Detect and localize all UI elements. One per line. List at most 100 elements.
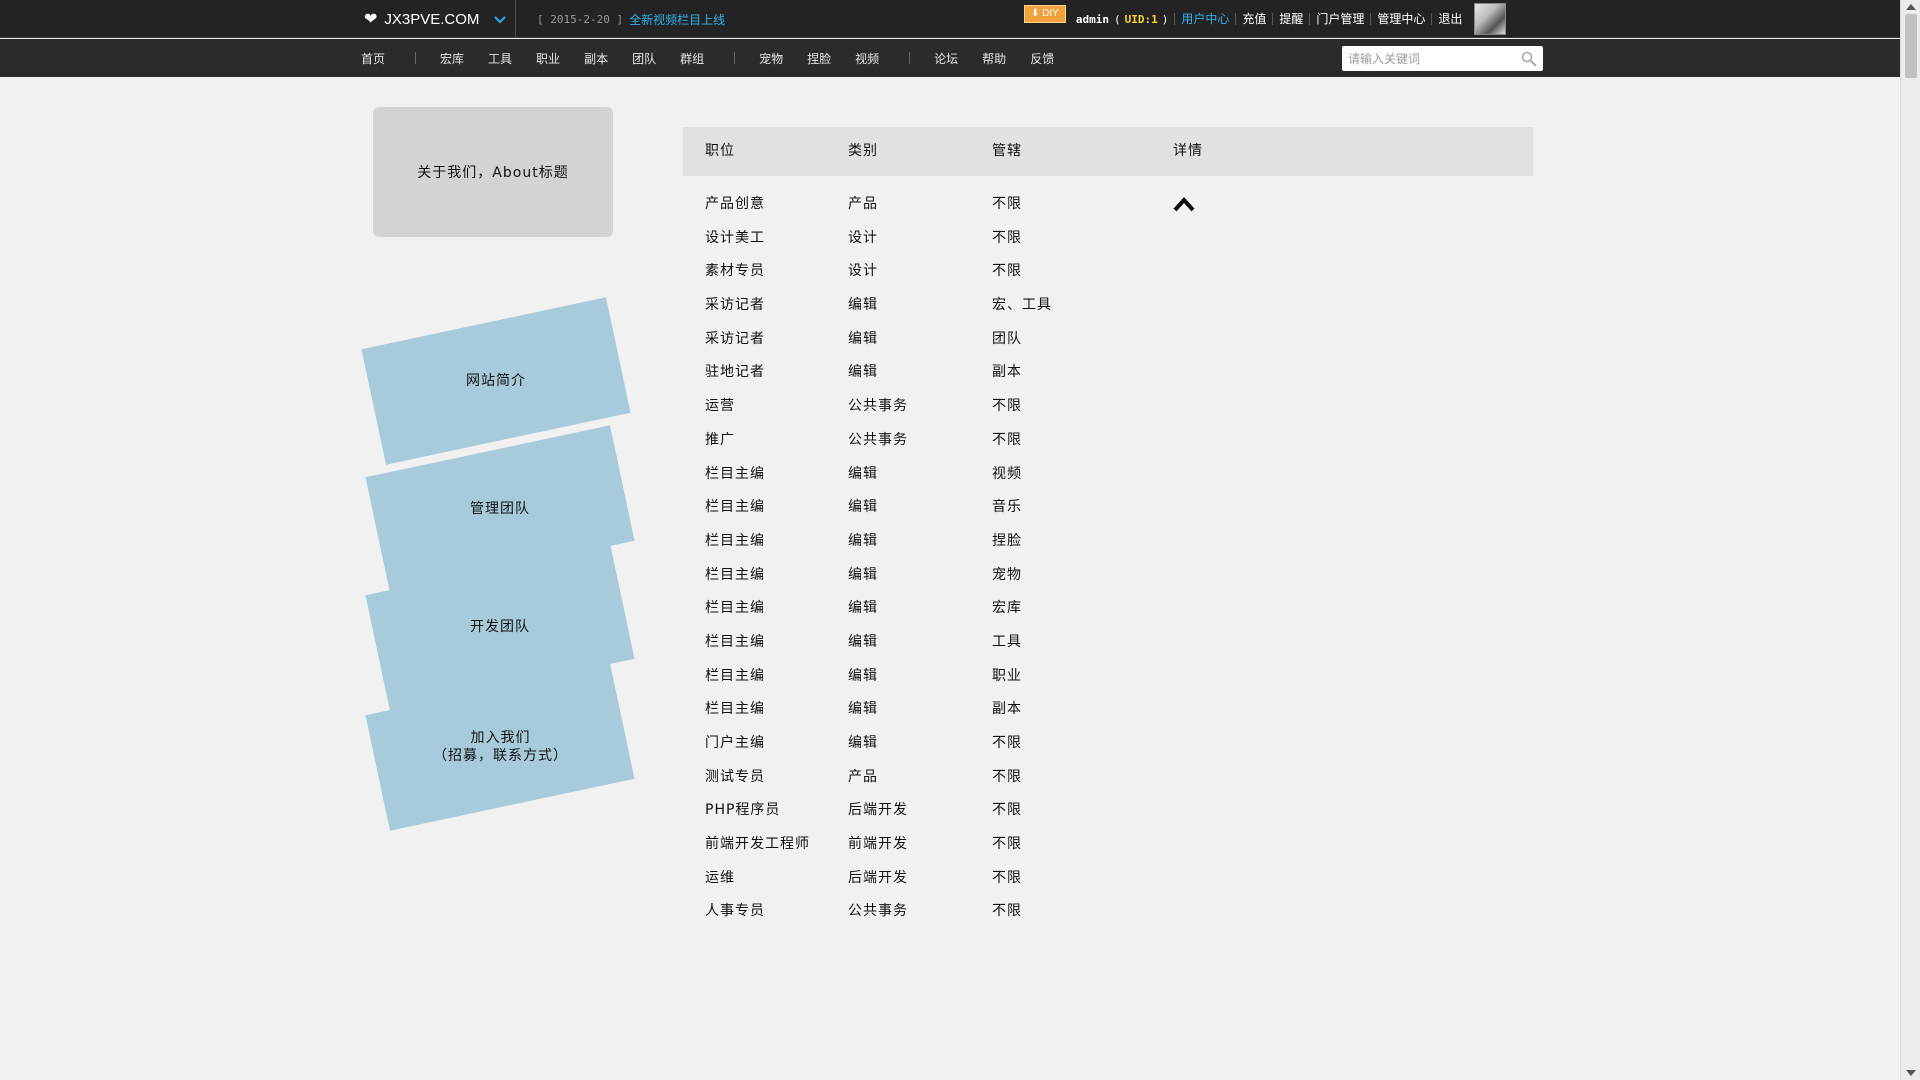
nav-divider <box>415 52 417 64</box>
nav-dungeons[interactable]: 副本 <box>584 50 608 67</box>
table-row: 栏目主编 编辑 视频 <box>683 460 1533 494</box>
cell-position: 人事专员 <box>705 903 765 920</box>
cell-position: PHP程序员 <box>705 802 781 819</box>
table-row: 栏目主编 编辑 工具 <box>683 628 1533 662</box>
nav-macros[interactable]: 宏库 <box>440 50 464 67</box>
cell-position: 栏目主编 <box>705 701 765 718</box>
cell-category: 编辑 <box>848 532 878 549</box>
diy-label: DIY <box>1042 8 1059 19</box>
top-bar: ❤ JX3PVE.COM [ 2015-2-20 ] 全新视频栏目上线 ⬇ DI… <box>0 0 1900 38</box>
cell-scope: 不限 <box>992 263 1022 280</box>
cell-position: 素材专员 <box>705 263 765 280</box>
search-input[interactable] <box>1342 46 1512 71</box>
site-name: JX3PVE.COM <box>384 10 480 28</box>
heart-icon: ❤ <box>364 11 378 28</box>
table-row: 运营 公共事务 不限 <box>683 392 1533 426</box>
cell-position: 门户主编 <box>705 735 765 751</box>
search-icon[interactable] <box>1521 51 1537 67</box>
user-center-link[interactable]: 用户中心 <box>1174 13 1235 25</box>
nav-teams[interactable]: 团队 <box>632 50 656 67</box>
cell-category: 编辑 <box>848 701 878 718</box>
table-row: 推广 公共事务 不限 <box>683 426 1533 460</box>
scroll-down-icon[interactable] <box>1906 1070 1916 1076</box>
cell-category: 设计 <box>848 229 878 246</box>
chevron-down-icon[interactable] <box>494 12 507 27</box>
nav-groups[interactable]: 群组 <box>680 50 704 67</box>
cell-category: 公共事务 <box>848 903 908 920</box>
header-scope: 管辖 <box>992 143 1022 159</box>
table-row: 运维 后端开发 不限 <box>683 864 1533 898</box>
table-row: PHP程序员 后端开发 不限 <box>683 796 1533 830</box>
scroll-thumb[interactable] <box>1905 14 1917 78</box>
table-row: 栏目主编 编辑 捏脸 <box>683 527 1533 561</box>
cell-scope: 工具 <box>992 633 1022 650</box>
nav-tools[interactable]: 工具 <box>488 50 512 67</box>
cell-category: 产品 <box>848 768 878 785</box>
cell-position: 推广 <box>705 431 735 448</box>
cell-category: 后端开发 <box>848 869 908 886</box>
cell-scope: 不限 <box>992 398 1022 415</box>
cell-category: 编辑 <box>848 667 878 684</box>
cell-category: 编辑 <box>848 566 878 583</box>
page-scrollbar[interactable] <box>1900 0 1920 1080</box>
cell-position: 栏目主编 <box>705 465 765 482</box>
cell-scope: 宠物 <box>992 566 1022 583</box>
cell-scope: 副本 <box>992 701 1022 718</box>
nav-help[interactable]: 帮助 <box>982 50 1006 67</box>
tab-label: 管理团队 <box>470 501 530 517</box>
nav-home[interactable]: 首页 <box>361 50 385 67</box>
reminder-link[interactable]: 提醒 <box>1272 13 1309 25</box>
cell-scope: 职业 <box>992 667 1022 684</box>
username[interactable]: admin <box>1076 13 1109 26</box>
table-row: 栏目主编 编辑 职业 <box>683 662 1533 696</box>
nav-feedback[interactable]: 反馈 <box>1030 50 1054 67</box>
cell-category: 公共事务 <box>848 398 908 415</box>
nav-classes[interactable]: 职业 <box>536 50 560 67</box>
nav-divider <box>734 52 736 64</box>
news-link[interactable]: 全新视频栏目上线 <box>629 11 725 28</box>
nav-videos[interactable]: 视频 <box>855 50 879 67</box>
nav-forum[interactable]: 论坛 <box>934 50 958 67</box>
cell-scope: 不限 <box>992 802 1022 819</box>
cell-scope: 团队 <box>992 330 1022 347</box>
cell-position: 采访记者 <box>705 330 765 347</box>
cell-category: 编辑 <box>848 600 878 617</box>
admin-center-link[interactable]: 管理中心 <box>1370 13 1431 25</box>
table-row: 栏目主编 编辑 宠物 <box>683 561 1533 595</box>
nav-faces[interactable]: 捏脸 <box>807 50 831 67</box>
nav-divider <box>909 52 911 64</box>
cell-scope: 不限 <box>992 869 1022 886</box>
cell-position: 栏目主编 <box>705 532 765 549</box>
about-title: 关于我们，About标题 <box>417 165 569 181</box>
cell-scope: 不限 <box>992 768 1022 785</box>
recharge-link[interactable]: 充值 <box>1235 13 1272 25</box>
cell-category: 编辑 <box>848 465 878 482</box>
table-header: 职位 类别 管辖 详情 <box>683 127 1533 176</box>
cell-scope: 宏、工具 <box>992 297 1052 314</box>
chevron-up-icon[interactable] <box>1173 196 1195 212</box>
cell-scope: 宏库 <box>992 600 1022 617</box>
logout-link[interactable]: 退出 <box>1431 13 1468 25</box>
site-logo[interactable]: ❤ JX3PVE.COM <box>364 0 507 38</box>
nav-pets[interactable]: 宠物 <box>759 50 783 67</box>
header-category: 类别 <box>848 143 878 159</box>
cell-category: 编辑 <box>848 633 878 650</box>
portal-admin-link[interactable]: 门户管理 <box>1309 13 1370 25</box>
cell-category: 公共事务 <box>848 431 908 448</box>
diy-button[interactable]: ⬇ DIY <box>1024 5 1066 23</box>
cell-position: 产品创意 <box>705 196 765 212</box>
cell-scope: 副本 <box>992 364 1022 381</box>
table-row: 人事专员 公共事务 不限 <box>683 897 1533 931</box>
cell-position: 栏目主编 <box>705 667 765 684</box>
user-area: ⬇ DIY admin ( UID:1 ) 用户中心 充值 提醒 门户管理 管理… <box>1024 0 1507 38</box>
cell-category: 设计 <box>848 263 878 280</box>
table-row: 门户主编 编辑 不限 <box>683 729 1533 763</box>
cell-scope: 不限 <box>992 229 1022 246</box>
avatar[interactable] <box>1474 3 1507 35</box>
table-row: 测试专员 产品 不限 <box>683 763 1533 797</box>
uid-close: ) <box>1161 12 1169 26</box>
table-row: 驻地记者 编辑 副本 <box>683 358 1533 392</box>
cell-scope: 不限 <box>992 196 1022 212</box>
scroll-up-icon[interactable] <box>1906 4 1916 10</box>
uid-text: UID:1 <box>1124 12 1158 26</box>
